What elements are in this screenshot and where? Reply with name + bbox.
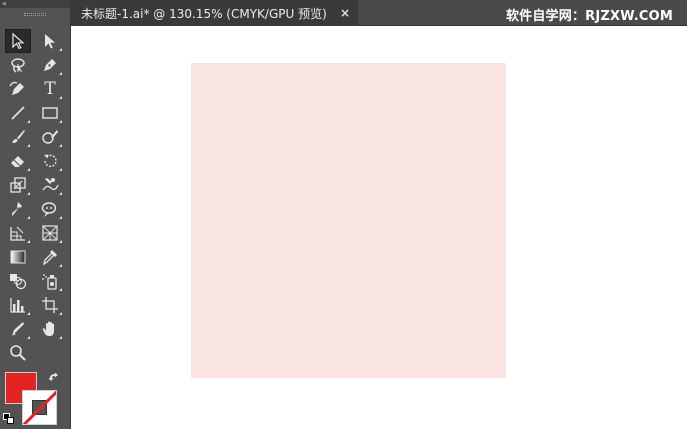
paintbrush-tool[interactable] [5,125,31,149]
tools-panel: « T [0,0,71,429]
site-watermark: 软件自学网：RJZXW.COM [505,9,673,24]
rotate-tool-icon [44,154,57,168]
none-slash-icon [23,391,56,424]
curvature-tool[interactable] [5,77,31,101]
direct-selection-tool-icon [45,34,55,49]
shaper-tool-icon [42,130,58,144]
rectangle-tool-icon [42,107,58,119]
shape-builder-tool-icon [10,226,25,241]
illustrator-window: « T 未标题-1.ai* @ 130.15% (CMYK/GPU 预览) × … [0,0,687,429]
panel-collapse-button[interactable]: « [0,0,70,8]
rotate-tool[interactable] [37,149,63,173]
panel-grip[interactable] [0,8,70,20]
blend-tool[interactable] [5,269,31,293]
eraser-tool-icon [11,156,24,167]
line-segment-tool[interactable] [5,101,31,125]
blend-tool-icon [10,274,27,290]
column-graph-tool[interactable] [5,293,31,317]
perspective-grid-tool-icon [42,225,58,241]
curvature-tool-icon [9,81,24,95]
square-shape[interactable] [191,63,506,378]
perspective-grid-tool[interactable] [37,221,63,245]
document-tab-title: 未标题-1.ai* @ 130.15% (CMYK/GPU 预览) [81,6,327,21]
type-tool[interactable]: T [37,77,63,101]
close-tab-icon[interactable]: × [340,6,350,20]
color-swatches [0,368,71,429]
scale-tool[interactable] [5,173,31,197]
artboard-tool[interactable] [37,293,63,317]
line-segment-tool-icon [11,106,25,120]
free-transform-tool-icon [41,202,57,217]
pen-tool[interactable] [37,53,63,77]
lasso-tool[interactable] [5,53,31,77]
warp-tool-icon [42,178,59,191]
column-graph-tool-icon [10,298,25,313]
selection-tool-icon [12,32,25,50]
pen-tool-icon [44,59,56,71]
free-transform-tool[interactable] [37,197,63,221]
symbol-sprayer-tool[interactable] [37,269,63,293]
gradient-tool[interactable] [5,245,31,269]
shaper-tool[interactable] [37,125,63,149]
scale-tool-icon [10,177,26,193]
slice-tool-icon [12,322,24,336]
document-tab-bar: 未标题-1.ai* @ 130.15% (CMYK/GPU 预览) × 软件自学… [71,0,687,26]
swap-fill-stroke-icon[interactable] [47,372,61,386]
default-fill-stroke-icon[interactable] [3,413,14,424]
eraser-tool[interactable] [5,149,31,173]
selection-tool[interactable] [5,29,31,53]
hand-tool[interactable] [37,317,63,341]
eyedropper-tool[interactable] [37,245,63,269]
artboard-canvas[interactable] [71,27,687,429]
stroke-swatch[interactable] [22,390,57,425]
tool-grid: T [0,20,70,365]
document-tab[interactable]: 未标题-1.ai* @ 130.15% (CMYK/GPU 预览) × [71,0,358,26]
artboard-tool-icon [42,297,58,313]
eyedropper-tool-icon [42,250,57,266]
shape-builder-tool[interactable] [5,221,31,245]
lasso-tool-icon [11,58,25,73]
slice-tool[interactable] [5,317,31,341]
symbol-sprayer-tool-icon [42,274,57,290]
paintbrush-tool-icon [12,130,25,144]
type-tool-icon: T [44,78,56,99]
rectangle-tool[interactable] [37,101,63,125]
puppet-warp-tool[interactable] [5,197,31,221]
direct-selection-tool[interactable] [37,29,63,53]
collapse-icon: « [2,0,7,8]
gradient-tool-icon [10,250,26,264]
zoom-tool[interactable] [5,341,31,365]
puppet-warp-tool-icon [12,202,22,216]
hand-tool-icon [42,321,54,336]
warp-tool[interactable] [37,173,63,197]
zoom-tool-icon [10,345,26,361]
